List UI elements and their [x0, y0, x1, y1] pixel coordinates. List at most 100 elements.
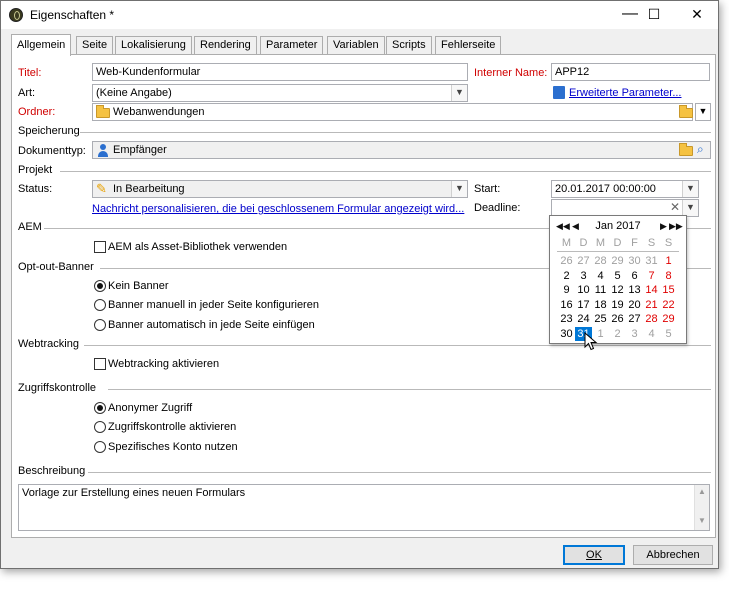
radio-no-banner-label: Kein Banner [108, 280, 169, 292]
radio-banner-auto[interactable] [94, 319, 106, 331]
app-icon [9, 8, 23, 22]
calendar-day[interactable]: 27 [626, 312, 643, 326]
chevron-down-icon[interactable]: ▼ [682, 200, 698, 216]
prev-month-icon[interactable]: ◀ [572, 219, 579, 233]
start-date-input[interactable]: 20.01.2017 00:00:00 ▼ [551, 180, 699, 198]
status-select[interactable]: ✎ In Bearbeitung ▼ [92, 180, 468, 198]
calendar-weekday: S [647, 237, 656, 249]
maximize-button[interactable]: ☐ [631, 1, 677, 29]
pencil-icon: ✎ [96, 181, 107, 196]
calendar-day[interactable]: 4 [643, 327, 660, 341]
radio-banner-manual[interactable] [94, 299, 106, 311]
type-label: Art: [18, 87, 36, 99]
search-icon[interactable]: ⌕ [697, 142, 704, 157]
folder-browse-icon[interactable] [679, 143, 693, 156]
calendar-day[interactable]: 1 [660, 254, 677, 268]
radio-banner-auto-label: Banner automatisch in jede Seite einfüge… [108, 319, 315, 331]
clear-icon[interactable]: ✕ [668, 200, 682, 216]
calendar-day[interactable]: 16 [558, 298, 575, 312]
tab-parameter[interactable]: Parameter [260, 36, 324, 55]
calendar-day[interactable]: 21 [643, 298, 660, 312]
calendar-day[interactable]: 30 [558, 327, 575, 341]
calendar-day[interactable]: 29 [609, 254, 626, 268]
calendar-day[interactable]: 6 [626, 269, 643, 283]
calendar-day[interactable]: 17 [575, 298, 592, 312]
radio-no-banner[interactable] [94, 280, 106, 292]
calendar-day[interactable]: 25 [592, 312, 609, 326]
calendar-day[interactable]: 23 [558, 312, 575, 326]
calendar-day[interactable]: 26 [609, 312, 626, 326]
tab-scripts[interactable]: Scripts [386, 36, 432, 55]
calendar-day[interactable]: 29 [660, 312, 677, 326]
calendar-day[interactable]: 27 [575, 254, 592, 268]
close-button[interactable]: ✕ [674, 1, 720, 29]
calendar-day[interactable]: 7 [643, 269, 660, 283]
description-scrollbar[interactable]: ▲ ▼ [694, 485, 709, 530]
tab-fehlerseite[interactable]: Fehlerseite [435, 36, 502, 55]
calendar-day[interactable]: 14 [643, 283, 660, 297]
calendar-weekday: M [561, 237, 572, 249]
calendar-day[interactable]: 28 [592, 254, 609, 268]
internal-name-input[interactable]: APP12 [551, 63, 710, 81]
radio-anonymous[interactable] [94, 402, 106, 414]
scroll-down-icon[interactable]: ▼ [695, 514, 709, 528]
calendar-day[interactable]: 28 [643, 312, 660, 326]
folder-value: Webanwendungen [113, 106, 205, 118]
calendar-day[interactable]: 13 [626, 283, 643, 297]
next-year-icon[interactable]: ▶▶ [669, 219, 683, 233]
description-section-title: Beschreibung [18, 465, 86, 477]
chevron-down-icon[interactable]: ▼ [451, 181, 467, 197]
doc-type-input[interactable]: Empfänger ⌕ [92, 141, 711, 159]
chevron-down-icon[interactable]: ▼ [451, 85, 467, 101]
title-input[interactable]: Web-Kundenformular [92, 63, 468, 81]
calendar-day[interactable]: 4 [592, 269, 609, 283]
tab-rendering[interactable]: Rendering [194, 36, 257, 55]
tab-seite[interactable]: Seite [76, 36, 114, 55]
radio-specific-account[interactable] [94, 441, 106, 453]
calendar-day[interactable]: 2 [558, 269, 575, 283]
cancel-button[interactable]: Abbrechen [633, 545, 713, 565]
folder-input[interactable]: Webanwendungen [92, 103, 693, 121]
doc-type-value: Empfänger [113, 144, 167, 156]
calendar-day[interactable]: 30 [626, 254, 643, 268]
chevron-down-icon[interactable]: ▼ [682, 181, 698, 197]
calendar-day[interactable]: 2 [609, 327, 626, 341]
calendar-day[interactable]: 24 [575, 312, 592, 326]
calendar-day[interactable]: 20 [626, 298, 643, 312]
personalize-message-link[interactable]: Nachricht personalisieren, die bei gesch… [92, 203, 464, 215]
calendar-day[interactable]: 3 [626, 327, 643, 341]
cancel-button-label: Abbrechen [646, 549, 700, 561]
calendar-day[interactable]: 5 [609, 269, 626, 283]
calendar-day[interactable]: 19 [609, 298, 626, 312]
calendar-day[interactable]: 3 [575, 269, 592, 283]
calendar-day[interactable]: 18 [592, 298, 609, 312]
webtracking-checkbox-label: Webtracking aktivieren [108, 358, 220, 370]
calendar-day[interactable]: 31 [643, 254, 660, 268]
next-month-icon[interactable]: ▶ [660, 219, 667, 233]
calendar-day[interactable]: 22 [660, 298, 677, 312]
prev-year-icon[interactable]: ◀◀ [556, 219, 570, 233]
scroll-up-icon[interactable]: ▲ [695, 485, 709, 499]
calendar-day[interactable]: 15 [660, 283, 677, 297]
tab-allgemein[interactable]: Allgemein [11, 34, 72, 56]
tab-lokalisierung[interactable]: Lokalisierung [115, 36, 192, 55]
webtracking-checkbox[interactable] [94, 358, 106, 370]
radio-access-control[interactable] [94, 421, 106, 433]
calendar-day[interactable]: 11 [592, 283, 609, 297]
calendar-day[interactable]: 10 [575, 283, 592, 297]
calendar-day[interactable]: 12 [609, 283, 626, 297]
folder-browse-icon[interactable] [679, 105, 693, 118]
tab-variablen[interactable]: Variablen [327, 36, 385, 55]
access-separator [108, 389, 711, 390]
ok-button[interactable]: OK [563, 545, 625, 565]
advanced-parameters-link[interactable]: Erweiterte Parameter... [569, 87, 682, 99]
description-textarea[interactable]: Vorlage zur Erstellung eines neuen Formu… [18, 484, 710, 531]
calendar-day[interactable]: 5 [660, 327, 677, 341]
folder-dropdown-button[interactable]: ▼ [695, 103, 711, 121]
calendar-day[interactable]: 9 [558, 283, 575, 297]
type-select[interactable]: (Keine Angabe) ▼ [92, 84, 468, 102]
aem-checkbox[interactable] [94, 241, 106, 253]
calendar-day[interactable]: 8 [660, 269, 677, 283]
calendar-weekday: D [613, 237, 622, 249]
calendar-day[interactable]: 26 [558, 254, 575, 268]
